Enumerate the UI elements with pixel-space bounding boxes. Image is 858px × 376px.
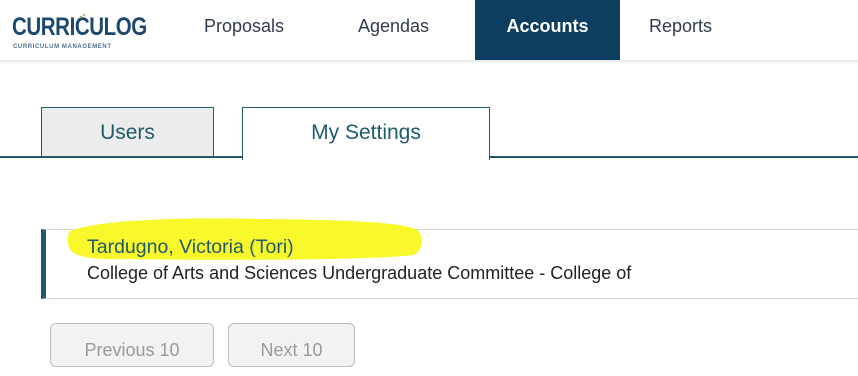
nav-reports[interactable]: Reports <box>649 0 712 60</box>
nav-agendas[interactable]: Agendas <box>358 0 429 60</box>
nav-accounts[interactable]: Accounts <box>475 0 620 60</box>
previous-10-button[interactable]: Previous 10 <box>50 323 214 367</box>
next-10-button[interactable]: Next 10 <box>228 323 355 367</box>
tab-my-settings[interactable]: My Settings <box>242 107 490 160</box>
tab-users[interactable]: Users <box>41 107 214 158</box>
curriculog-logo[interactable]: CURRICULOG CURRICULUM MANAGEMENT <box>12 12 162 54</box>
user-list-item[interactable]: Tardugno, Victoria (Tori) College of Art… <box>41 218 858 299</box>
user-committee: College of Arts and Sciences Undergradua… <box>87 263 632 283</box>
nav-divider <box>0 60 858 64</box>
nav-proposals[interactable]: Proposals <box>204 0 284 60</box>
user-name: Tardugno, Victoria (Tori) <box>87 236 294 258</box>
logo-tagline: CURRICULUM MANAGEMENT <box>13 44 112 50</box>
logo-sparkle-icon <box>79 14 85 19</box>
top-navigation-bar: CURRICULOG CURRICULUM MANAGEMENT Proposa… <box>0 0 858 62</box>
